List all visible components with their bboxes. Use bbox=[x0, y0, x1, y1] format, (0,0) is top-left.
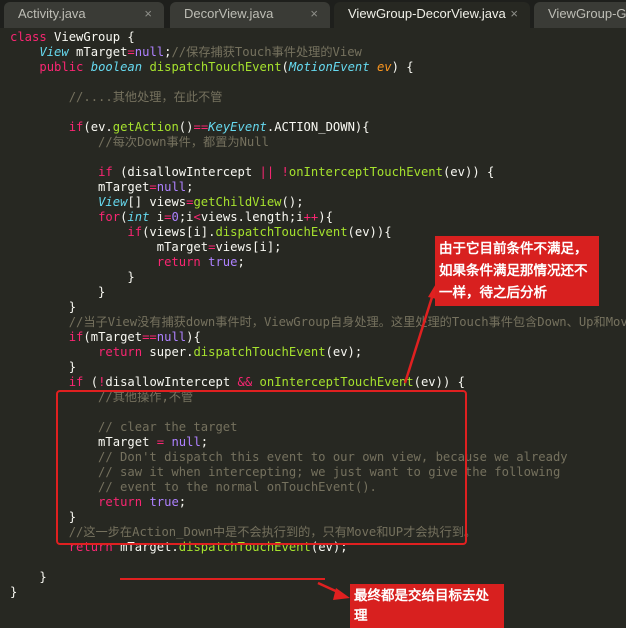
arrow-line-up bbox=[403, 293, 435, 384]
annotation-note-target: 最终都是交给目标去处理 bbox=[350, 584, 504, 628]
annotation-note-condition: 由于它目前条件不满足，如果条件满足那情况还不一样，待之后分析 bbox=[435, 236, 599, 306]
annotation-arrows bbox=[317, 282, 441, 600]
